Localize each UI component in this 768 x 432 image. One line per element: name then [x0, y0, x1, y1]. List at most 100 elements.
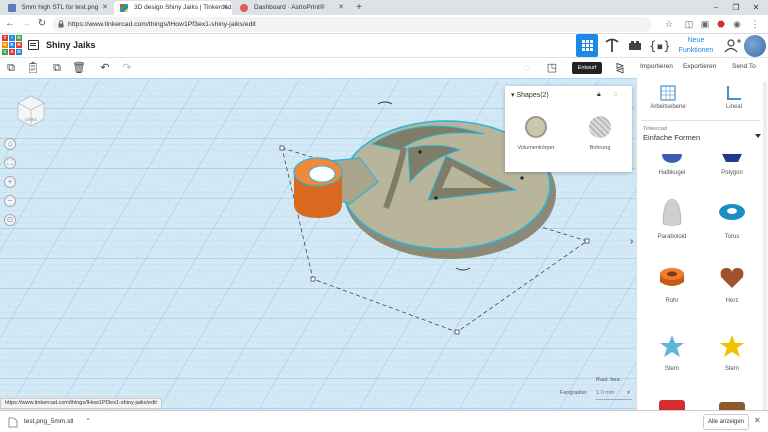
- url-text: https://www.tinkercad.com/things/lHow1Pf…: [68, 21, 256, 28]
- undo-icon[interactable]: ↶: [98, 61, 112, 75]
- user-add-button[interactable]: [721, 34, 743, 57]
- import-button[interactable]: Importieren: [640, 63, 673, 70]
- shape-stern-2[interactable]: Stern: [705, 332, 759, 372]
- tab-tinkercad[interactable]: 3D design Shiny Jaiks | Tinkercad ✕: [114, 1, 232, 15]
- shape-label: Torus: [724, 234, 740, 240]
- close-icon[interactable]: ✕: [222, 1, 228, 15]
- ruler-tool[interactable]: Lineal: [709, 84, 759, 110]
- tab-title: 3D design Shiny Jaiks | Tinkercad: [134, 4, 232, 11]
- group-icon[interactable]: ◳: [545, 61, 559, 75]
- shape-label: Rohr: [665, 298, 679, 304]
- address-bar[interactable]: https://www.tinkercad.com/things/lHow1Pf…: [52, 17, 652, 32]
- paraboloid-icon: [662, 198, 682, 226]
- trash-icon[interactable]: 🗑︎: [72, 61, 86, 75]
- show-all-button[interactable]: Alle anzeigen: [703, 414, 749, 430]
- close-icon[interactable]: ✕: [754, 416, 761, 425]
- redo-icon[interactable]: ↷: [120, 61, 134, 75]
- extension-icon[interactable]: ▣: [700, 19, 710, 29]
- tab-stl-file[interactable]: 5mm high STL for test.png ✕: [2, 1, 112, 15]
- workplane-tool[interactable]: Arbeitsebene: [643, 84, 693, 110]
- shape-rohr[interactable]: Rohr: [645, 264, 699, 304]
- adblock-icon[interactable]: ⬣: [716, 19, 726, 29]
- paste-icon[interactable]: 📋︎: [26, 61, 40, 75]
- lego-button[interactable]: [624, 34, 646, 57]
- hole-swatch[interactable]: [589, 116, 611, 138]
- chevron-down-icon: ▾: [627, 390, 630, 396]
- profile-icon[interactable]: ◉: [732, 19, 742, 29]
- lightbulb-icon[interactable]: ◌: [520, 61, 534, 75]
- reload-icon[interactable]: ↻: [35, 17, 49, 31]
- more-menu-icon[interactable]: ⋮: [750, 19, 760, 29]
- shape-label: Polygon: [721, 170, 743, 176]
- maximize-icon[interactable]: ❐: [726, 0, 746, 15]
- shape-polygon[interactable]: Polygon: [705, 154, 759, 176]
- library-dropdown[interactable]: Tinkercad Einfache Formen: [643, 126, 763, 148]
- app-header: TIN KER CAD Shiny Jaiks {▪} Neue Funktio…: [0, 34, 768, 58]
- tooltip: Entwurf: [572, 62, 602, 74]
- file-icon: [8, 417, 18, 428]
- extension-icon[interactable]: ◫: [684, 19, 694, 29]
- panel-scrollbar[interactable]: [763, 82, 767, 412]
- tube-icon: [660, 268, 684, 286]
- zoom-in-icon[interactable]: +: [4, 176, 16, 188]
- shape-torus[interactable]: Torus: [705, 196, 759, 240]
- shape-herz[interactable]: Herz: [705, 264, 759, 304]
- shape-label: Halbkugel: [658, 170, 686, 176]
- design-title[interactable]: Shiny Jaiks: [46, 34, 96, 57]
- back-icon[interactable]: ←: [3, 17, 17, 31]
- codeblocks-button[interactable]: {▪}: [647, 34, 671, 57]
- download-filename: test.png_5mm.stl: [24, 418, 74, 425]
- blocks-button[interactable]: [601, 34, 623, 57]
- view-cube[interactable]: LINKS: [16, 94, 46, 128]
- browser-toolbar: ← → ↻ https://www.tinkercad.com/things/l…: [0, 15, 768, 34]
- minimize-icon[interactable]: –: [706, 0, 726, 15]
- export-button[interactable]: Exportieren: [683, 63, 716, 70]
- status-url: https://www.tinkercad.com/things/lHow1Pf…: [0, 398, 162, 409]
- design-menu-icon[interactable]: [28, 40, 39, 50]
- snap-grid-select[interactable]: 1.0 mm ▾: [596, 390, 632, 400]
- code-braces-icon: {▪}: [649, 39, 671, 53]
- perspective-icon[interactable]: ⊙: [4, 214, 16, 226]
- close-icon[interactable]: ✕: [102, 1, 108, 15]
- avatar[interactable]: [744, 35, 766, 57]
- new-tab-icon[interactable]: +: [352, 1, 366, 14]
- home-view-icon[interactable]: ⌂: [4, 138, 16, 150]
- zoom-out-icon[interactable]: −: [4, 195, 16, 207]
- tab-astroprint[interactable]: Dashboard · AstroPrint® ✕: [234, 1, 348, 15]
- hole-label: Bohrung: [589, 145, 611, 151]
- window-close-icon[interactable]: ✕: [746, 0, 766, 15]
- shape-halbkugel[interactable]: Halbkugel: [645, 154, 699, 176]
- heart-icon: [720, 268, 744, 288]
- snap-grid-label: Fangraster: [560, 390, 587, 396]
- brick-icon: [629, 41, 641, 50]
- solid-swatch[interactable]: [525, 116, 547, 138]
- new-features-link[interactable]: Neue Funktionen: [676, 34, 716, 56]
- download-item[interactable]: test.png_5mm.stl ⌃: [4, 414, 91, 430]
- star-icon[interactable]: ☆: [664, 19, 674, 29]
- browser-tab-strip: 5mm high STL for test.png ✕ 3D design Sh…: [0, 0, 768, 15]
- copy-icon[interactable]: ⧉: [4, 61, 18, 75]
- 3d-view-button[interactable]: [576, 34, 598, 57]
- lock-icon[interactable]: 🔒︎: [597, 91, 601, 99]
- shape-label: Stern: [724, 366, 740, 372]
- mirror-icon[interactable]: ⧎: [613, 61, 627, 75]
- shape-paraboloid[interactable]: Paraboloid: [645, 196, 699, 240]
- shape-stern[interactable]: Stern: [645, 332, 699, 372]
- workplane-label: Arbeitsebene: [650, 104, 686, 110]
- close-icon[interactable]: ✕: [338, 1, 344, 15]
- chevron-up-icon[interactable]: ⌃: [85, 418, 90, 425]
- tinkercad-logo[interactable]: TIN KER CAD: [2, 35, 22, 55]
- forward-icon[interactable]: →: [19, 17, 33, 31]
- panel-collapse-icon[interactable]: ›: [630, 236, 633, 247]
- shape-inspector-header[interactable]: ▾ Shapes(2): [511, 91, 549, 99]
- duplicate-icon[interactable]: ⧉: [50, 61, 64, 75]
- star-icon: [720, 335, 744, 357]
- pickaxe-icon: [605, 38, 619, 52]
- lightbulb-icon[interactable]: ◌: [613, 91, 617, 98]
- solid-label: Volumenkörper: [517, 145, 555, 151]
- library-source: Tinkercad: [643, 126, 667, 132]
- fit-view-icon[interactable]: ⛶: [4, 157, 16, 169]
- view-cube-icon: LINKS: [17, 95, 45, 127]
- edit-grid-link[interactable]: Rast. bea.: [596, 377, 621, 383]
- send-to-button[interactable]: Send To: [732, 63, 756, 70]
